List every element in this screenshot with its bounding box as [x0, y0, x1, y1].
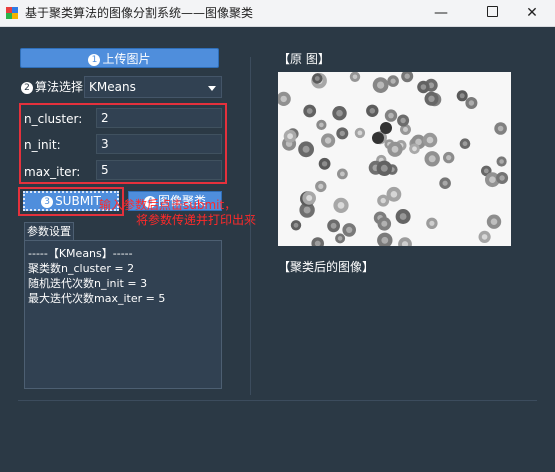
- blood-cell-center: [462, 141, 468, 147]
- blood-cell-center: [337, 236, 343, 241]
- upload-image-button[interactable]: 1 上传图片: [20, 48, 219, 68]
- n-init-input[interactable]: 3: [96, 134, 222, 154]
- blood-cell-center: [377, 81, 385, 89]
- algorithm-label-text: 算法选择:: [35, 80, 88, 94]
- blood-cell-center: [380, 197, 386, 204]
- annotation-line-2: 将参数传递并打印出来: [136, 213, 257, 227]
- blood-cell-center: [399, 213, 407, 220]
- dark-cell: [372, 132, 384, 144]
- blood-cell-center: [390, 78, 396, 84]
- title-bar: 基于聚类算法的图像分割系统——图像聚类 — ✕: [0, 0, 555, 27]
- step-number-icon: 3: [41, 195, 54, 208]
- blood-cell-center: [302, 145, 310, 153]
- blood-cell-center: [400, 117, 406, 124]
- blood-cell-center: [318, 183, 324, 189]
- blood-cell-center: [468, 100, 475, 106]
- max-iter-value: 5: [101, 163, 109, 177]
- blood-cell-center: [380, 164, 388, 172]
- blood-cell-center: [337, 202, 345, 209]
- output-line: 最大迭代次数max_iter = 5: [28, 292, 166, 305]
- blood-cell-center: [428, 155, 436, 163]
- horizontal-divider: [18, 400, 537, 401]
- blood-cell-center: [340, 171, 345, 177]
- blood-cell-center: [428, 95, 435, 102]
- submit-button-label: SUBMIT: [55, 194, 101, 208]
- blood-cell-center: [388, 112, 394, 119]
- output-text-panel[interactable]: -----【KMeans】----- 聚类数n_cluster = 2 随机迭代…: [24, 240, 222, 389]
- blood-cell-center: [403, 127, 408, 132]
- chevron-down-icon: [208, 86, 216, 91]
- maximize-icon: [486, 6, 498, 17]
- blood-cell-center: [352, 74, 358, 80]
- blood-cell-center: [426, 136, 434, 144]
- max-iter-input[interactable]: 5: [96, 160, 222, 180]
- blood-cell-center: [306, 195, 313, 201]
- original-image-label: 【原 图】: [278, 52, 330, 66]
- n-cluster-label: n_cluster:: [24, 112, 83, 126]
- app-icon: [6, 7, 18, 19]
- upload-image-label: 上传图片: [102, 52, 151, 66]
- blood-cell-center: [489, 176, 496, 183]
- blood-cell-center: [391, 145, 399, 153]
- blood-cell-center: [287, 133, 293, 140]
- algorithm-selected-value: KMeans: [89, 80, 136, 94]
- blood-cell-center: [429, 220, 435, 226]
- blood-cell-center: [314, 76, 320, 81]
- blood-cell-center: [369, 108, 376, 114]
- output-line: -----【KMeans】-----: [28, 247, 133, 260]
- blood-cell-center: [336, 109, 343, 117]
- blood-cell-center: [339, 130, 345, 137]
- output-line: 随机迭代次数n_init = 3: [28, 277, 148, 290]
- blood-cell-center: [319, 122, 324, 128]
- minimize-button[interactable]: —: [418, 0, 464, 26]
- blood-cell-center: [303, 206, 311, 214]
- max-iter-label: max_iter:: [24, 165, 81, 179]
- blood-cell-center: [306, 108, 313, 114]
- blood-cell-center: [324, 137, 332, 144]
- original-image: [278, 72, 511, 246]
- blood-cell-center: [293, 222, 299, 228]
- blood-cell-center: [459, 93, 465, 99]
- output-line: 聚类数n_cluster = 2: [28, 262, 135, 275]
- blood-cell-center: [420, 84, 427, 90]
- algorithm-label: 2 算法选择:: [21, 79, 87, 95]
- blood-cell-center: [442, 180, 448, 186]
- n-init-value: 3: [101, 137, 109, 151]
- blood-cell-center: [330, 222, 337, 229]
- blood-cell-center: [481, 234, 488, 240]
- blood-cell-center: [446, 155, 452, 161]
- step-number-icon: 1: [88, 53, 101, 66]
- main-content: 1 上传图片 2 算法选择: KMeans n_cluster: 2 n_init:…: [0, 27, 555, 472]
- tab-params-settings[interactable]: 参数设置: [24, 222, 74, 240]
- blood-cell-center: [497, 125, 504, 132]
- n-cluster-input[interactable]: 2: [96, 108, 222, 128]
- blood-cell-center: [499, 175, 505, 181]
- step-number-icon: 2: [21, 81, 33, 94]
- blood-cell-center: [404, 73, 410, 79]
- algorithm-select[interactable]: KMeans: [84, 76, 222, 98]
- blood-cell-center: [346, 226, 353, 233]
- window-title: 基于聚类算法的图像分割系统——图像聚类: [25, 6, 254, 20]
- blood-cell-center: [381, 220, 388, 227]
- vertical-divider: [250, 57, 251, 395]
- blood-cell-center: [381, 236, 389, 244]
- n-init-label: n_init:: [24, 138, 61, 152]
- blood-cell-center: [412, 146, 417, 152]
- dark-cell: [380, 122, 392, 134]
- blood-cell-center: [321, 161, 328, 167]
- result-image-label: 【聚类后的图像】: [278, 260, 375, 274]
- blood-cell-center: [390, 191, 398, 198]
- blood-cell-center: [499, 159, 504, 164]
- blood-cells-image: [278, 72, 509, 246]
- annotation-line-1: 输入参数后点击submit，: [99, 198, 237, 212]
- blood-cell-center: [280, 95, 287, 103]
- blood-cell-center: [483, 168, 489, 174]
- close-button[interactable]: ✕: [509, 0, 555, 26]
- blood-cell-center: [490, 218, 498, 225]
- blood-cell-center: [357, 130, 363, 136]
- n-cluster-value: 2: [101, 111, 109, 125]
